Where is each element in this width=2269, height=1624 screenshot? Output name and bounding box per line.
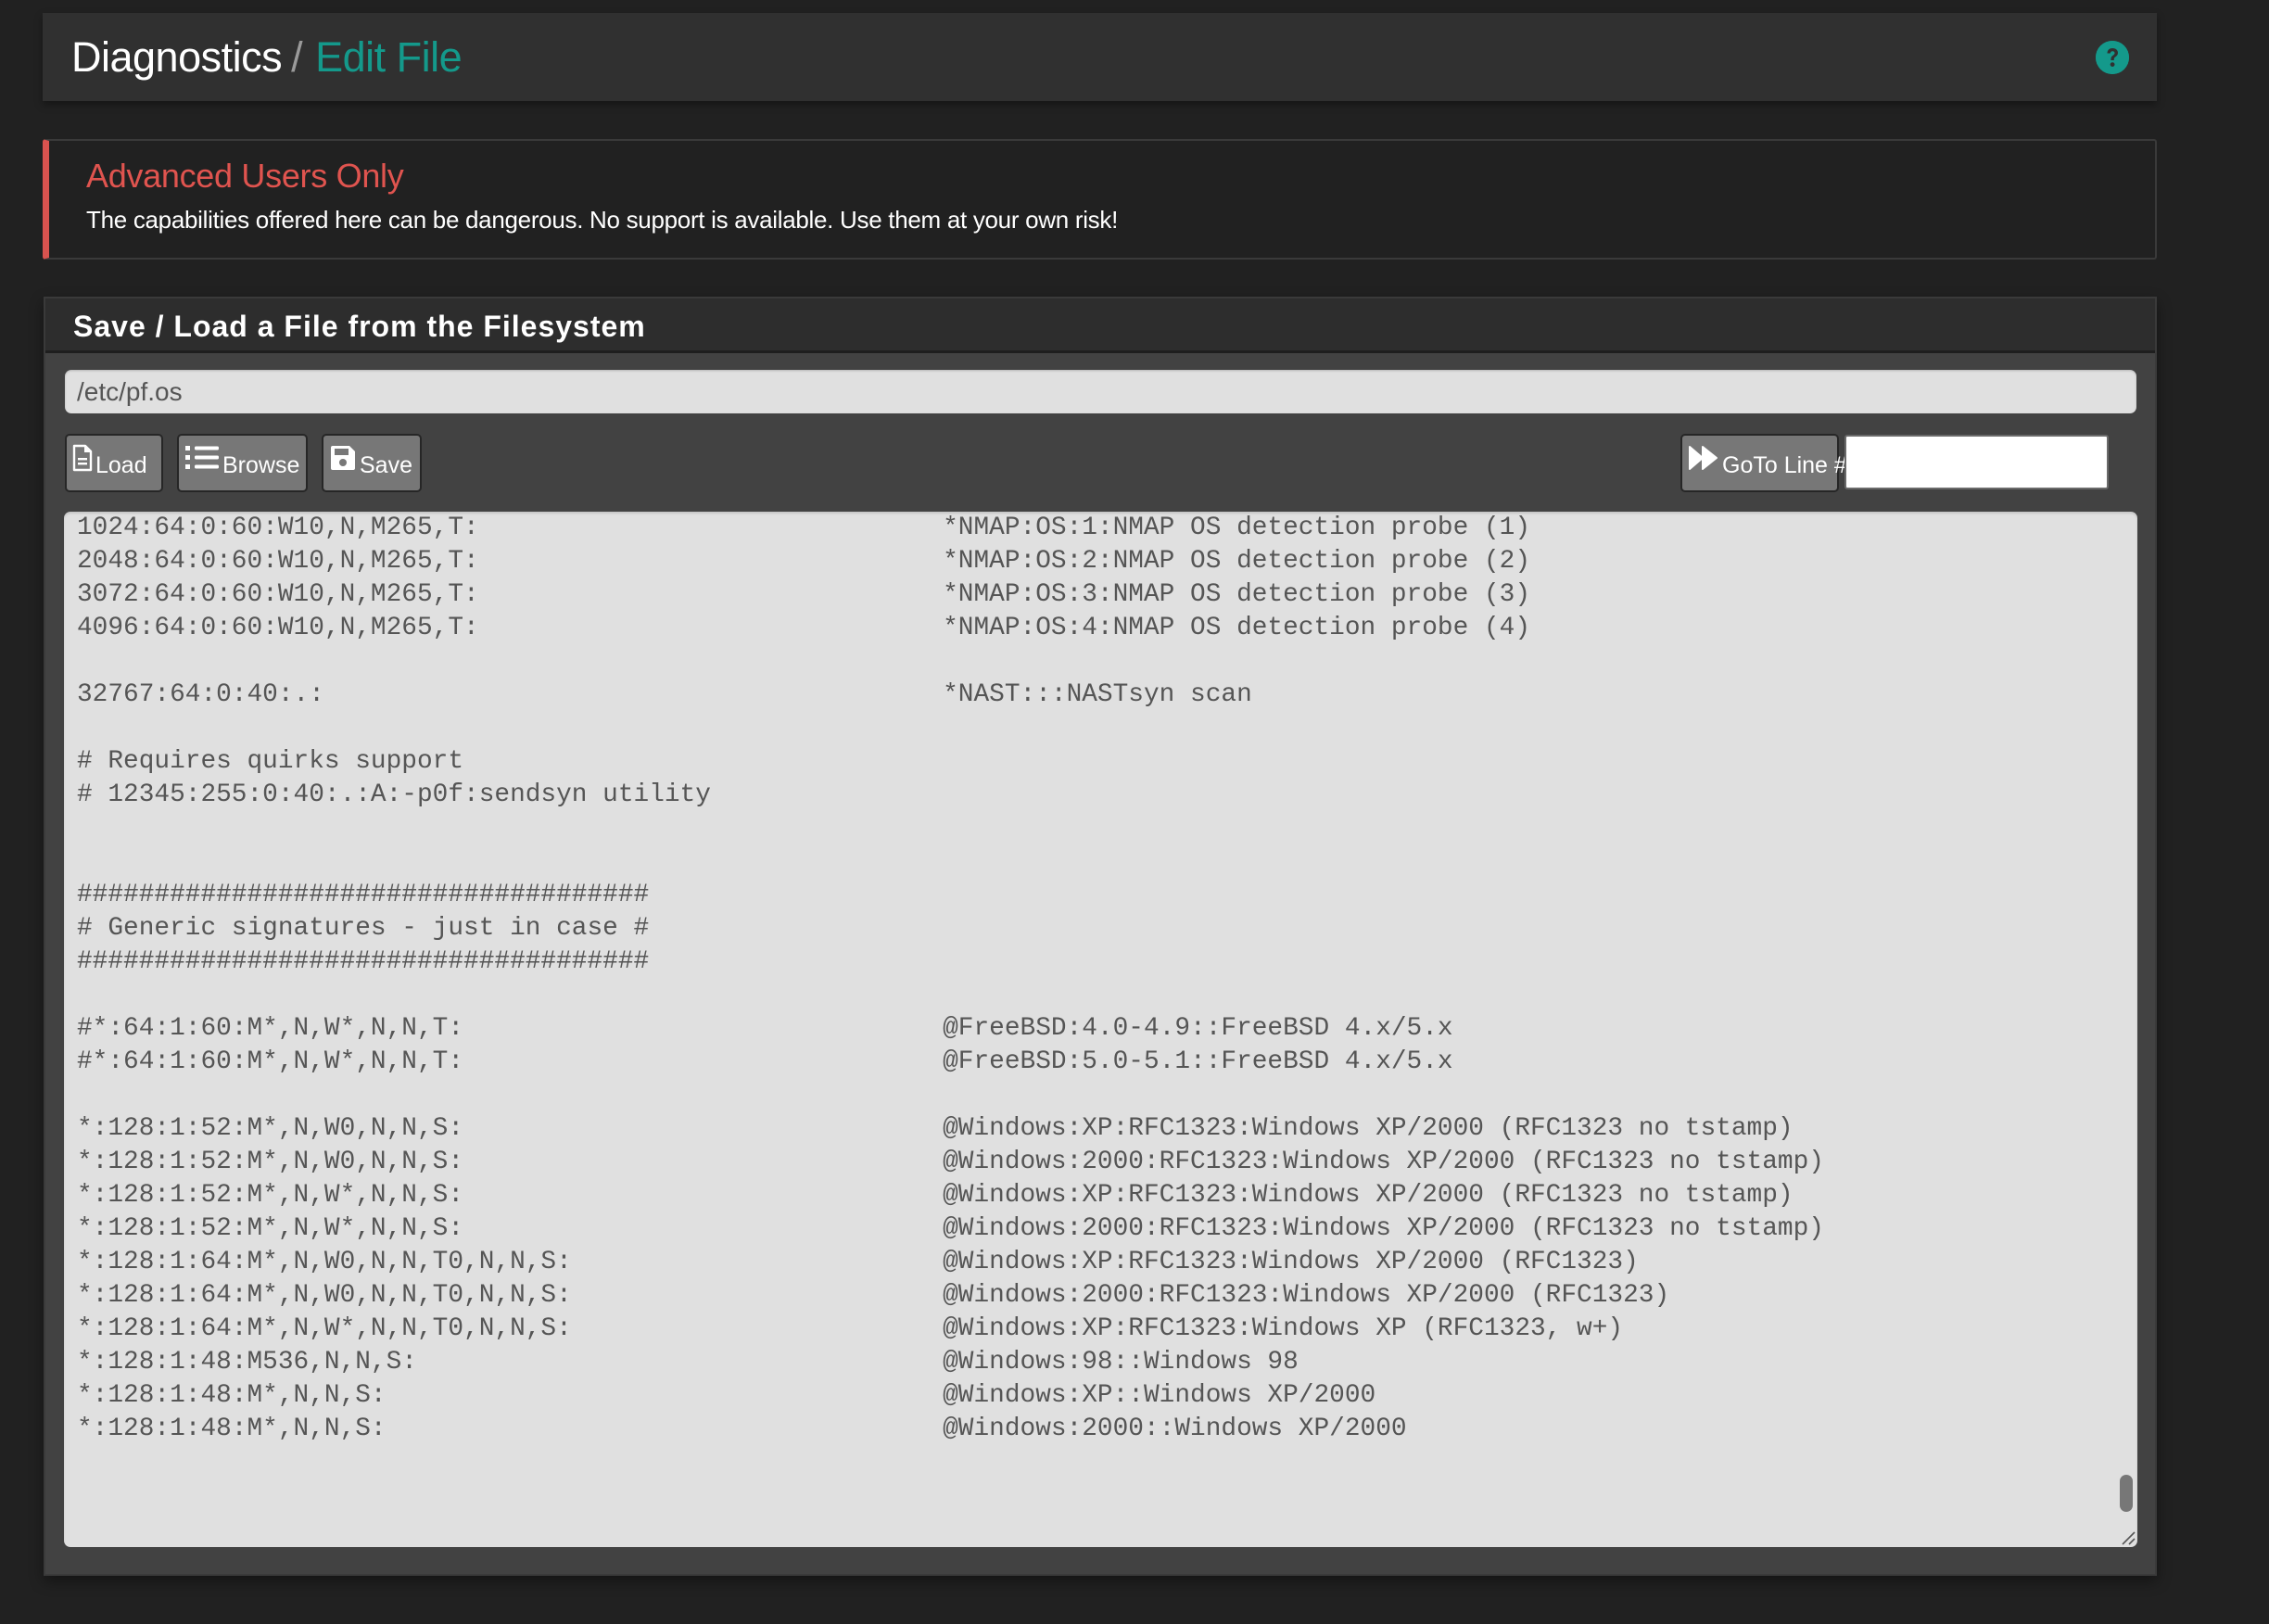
breadcrumb: Diagnostics / Edit File bbox=[71, 32, 463, 82]
goto-line-button[interactable]: GoTo Line # bbox=[1680, 434, 1847, 492]
file-path-input[interactable] bbox=[65, 370, 2136, 413]
page-header: Diagnostics / Edit File bbox=[43, 13, 2157, 101]
alert-message: The capabilities offered here can be dan… bbox=[86, 206, 1119, 234]
question-circle-icon bbox=[2096, 41, 2129, 74]
breadcrumb-separator: / bbox=[291, 33, 303, 81]
goto-line-input[interactable] bbox=[1844, 435, 2109, 489]
help-button[interactable] bbox=[2096, 41, 2129, 74]
load-button-label: Load bbox=[95, 452, 147, 478]
breadcrumb-diagnostics[interactable]: Diagnostics bbox=[71, 33, 283, 81]
file-icon bbox=[72, 444, 93, 478]
alert-title: Advanced Users Only bbox=[86, 157, 404, 195]
goto-line-button-label: GoTo Line # bbox=[1722, 452, 1847, 478]
save-button[interactable]: Save bbox=[322, 434, 422, 492]
fast-forward-icon bbox=[1688, 444, 1719, 478]
breadcrumb-edit-file: Edit File bbox=[315, 33, 463, 81]
browse-button[interactable]: Browse bbox=[177, 434, 308, 492]
resize-handle-icon[interactable] bbox=[2121, 1530, 2136, 1545]
list-icon bbox=[184, 444, 220, 478]
load-button[interactable]: Load bbox=[65, 434, 163, 492]
save-button-label: Save bbox=[360, 452, 412, 478]
file-content-text[interactable]: 1024:64:0:60:W10,N,M265,T: *NMAP:OS:1:NM… bbox=[77, 512, 1824, 1446]
editor-scrollbar-thumb[interactable] bbox=[2120, 1475, 2133, 1512]
panel-title: Save / Load a File from the Filesystem bbox=[73, 310, 646, 343]
browse-button-label: Browse bbox=[222, 452, 300, 478]
panel-heading: Save / Load a File from the Filesystem bbox=[45, 298, 2155, 353]
floppy-disk-icon bbox=[329, 444, 357, 478]
advanced-users-alert: Advanced Users Only The capabilities off… bbox=[43, 139, 2157, 260]
file-panel: Save / Load a File from the Filesystem L… bbox=[44, 297, 2157, 1576]
file-content-editor[interactable]: 1024:64:0:60:W10,N,M265,T: *NMAP:OS:1:NM… bbox=[64, 512, 2137, 1547]
